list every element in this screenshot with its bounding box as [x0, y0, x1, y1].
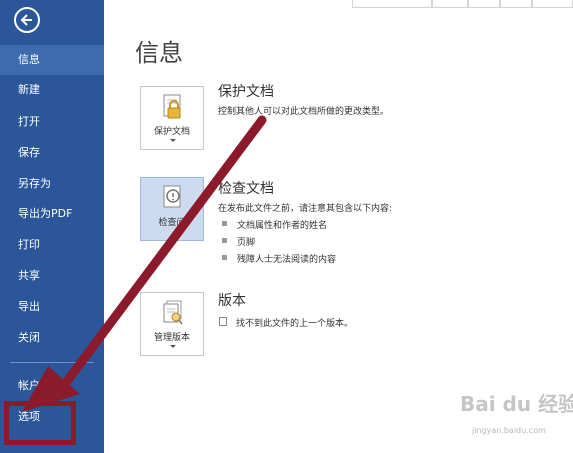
annotation-arrow [22, 115, 267, 412]
watermark-url: jingyan.baidu.com [472, 426, 546, 435]
watermark-logo: Bai du 经验 [460, 392, 573, 416]
options-highlight-box [4, 401, 76, 445]
